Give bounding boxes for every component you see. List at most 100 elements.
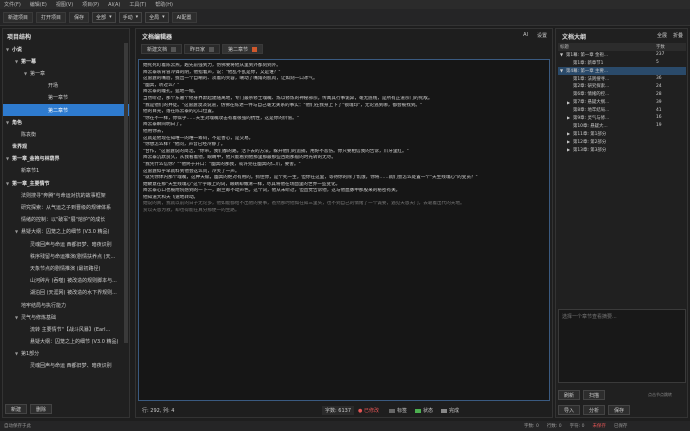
tab-label: 第二章节 [228, 46, 249, 53]
menu-item[interactable]: 文件(F) [4, 1, 21, 8]
tree-node[interactable]: 第一章节 [3, 92, 129, 104]
ai-config-button[interactable]: AI配置 [171, 11, 197, 23]
outline-row[interactable]: ▶ 第7章: 悬疑大纲... 39 [558, 98, 686, 106]
outline-row[interactable]: 第6章: 情绪的控... 28 [558, 90, 686, 98]
ai-button[interactable]: AI [523, 32, 528, 38]
scope-select[interactable]: 全局 ▾ [145, 11, 169, 23]
delete-node-button[interactable]: 删除 [30, 404, 53, 414]
mode-select[interactable]: 手动 ▾ [118, 11, 143, 23]
tag-swatch-icon [441, 408, 447, 413]
collapse-all-button[interactable]: 折叠 [673, 32, 683, 39]
settings-button[interactable]: 设置 [537, 32, 547, 39]
chapter-summary-box[interactable]: 选择一个章节查看摘要... [558, 309, 686, 383]
tree-node[interactable]: 流转 主要情节"【战斗风暴】(Earl... [3, 323, 129, 335]
tree-node[interactable]: 法则搜寻"奔腾"与命运对抗的故事框架 [3, 189, 129, 201]
outline-row[interactable]: 第8章: 地牢结局... 41 [558, 106, 686, 114]
editor-line: 降云泰沉默良久，从我看着他，眼睛中，他只能看到他那里那最那些古跑那般的时光转的无… [143, 155, 336, 161]
tree-node[interactable]: 天象节点的剧情推演 (最初路径) [3, 262, 129, 274]
all-select-label: 全部 [96, 14, 107, 21]
refresh-button[interactable]: 刷新 [558, 390, 581, 400]
tree-node[interactable]: 新章节1 [3, 165, 129, 177]
outline-row[interactable]: ▶ 第11章: 第1部分 [558, 130, 686, 138]
outline-row-label: 第13章: 第3部分 [573, 147, 607, 153]
tree-node[interactable]: ▼ 第一章_主要情节 [3, 177, 129, 189]
outline-row[interactable]: ▶ 第12章: 第2部分 [558, 138, 686, 146]
tree-node[interactable]: ▼ 第一章 [3, 67, 129, 79]
tag-swatch-icon [414, 408, 421, 413]
tree-node[interactable]: ▼ 角色 [3, 116, 129, 128]
tree-node[interactable]: 秩序残留与命运推演(剧情扶养点 (天... [3, 250, 129, 262]
tree-node[interactable]: 灵魂回声与命运 西都旧梦、暗夜识别 [3, 238, 129, 250]
tree-node[interactable]: ▼ 第一章_金袍与林荫界 [3, 153, 129, 165]
tree-node-label: 新章节1 [21, 168, 40, 175]
tree-node[interactable]: 悬疑大纲：囚笼之上的细节 (V3.0 精品) [3, 336, 129, 348]
tree-node[interactable]: 世界观 [3, 141, 129, 153]
tab-yesterday[interactable]: 昨日家 [184, 44, 221, 54]
col-title-header: 标题 [560, 44, 569, 50]
outline-row[interactable]: ▼ 第1幕: 第一章 金袍... 237 [558, 51, 686, 59]
close-icon[interactable] [171, 46, 177, 52]
tree-node-label: 灵魂回声与命运 西都旧梦、暗夜识别 [30, 241, 112, 248]
tree-node[interactable]: ▼ 灵气与修炼基础 [3, 311, 129, 323]
outline-row[interactable]: ▶ 第13章: 第3部分 [558, 146, 686, 154]
menu-item[interactable]: 帮助(H) [155, 1, 173, 8]
save-button[interactable]: 保存 [69, 11, 90, 23]
tree-node-label: 第一章 [30, 70, 46, 77]
outline-row[interactable]: ▶ 第9章: 灵气与修... 16 [558, 114, 686, 122]
tree-node[interactable]: 地牢结局与执行能力 [3, 299, 129, 311]
editor-line: 赏以天恩为救，却也得能在真分那便一的生路。 [143, 208, 240, 214]
tree-node[interactable]: 开场 [3, 80, 129, 92]
outline-row[interactable]: ▼ 第4幕: 第一章 主要... [558, 66, 686, 75]
autosave-status: 自动保存于此 [4, 424, 31, 429]
tree-node[interactable]: ▼ 悬疑大纲：囚笼之上的细节 (V3.0 精品) [3, 226, 129, 238]
editor-title: 文档编辑器 [142, 34, 173, 41]
outline-row[interactable]: 第1章: 新章节1 5 [558, 59, 686, 67]
expand-all-button[interactable]: 全展 [657, 32, 667, 39]
menu-item[interactable]: 项目(P) [82, 1, 99, 8]
tree-scrollbar[interactable] [124, 43, 128, 343]
editor-line: 降云泰心口也被附院感到的一下一，跟兰却不动声色，这个词，他从未听过，但直觉告诉他… [143, 188, 401, 194]
tree-node[interactable]: ▼ 第1部分 [3, 348, 129, 360]
tree-node-label: 山河碎片 (吞噬) 被改造的规则脚本与... [30, 278, 117, 285]
all-select[interactable]: 全部 ▾ [92, 11, 116, 23]
tree-node[interactable]: 研究探索：从气运之子到晋级的规律体系 [3, 201, 129, 213]
tree-node[interactable]: 情绪的控制：以"破军"展"熔炉"的成长 [3, 214, 129, 226]
tab-new-document[interactable]: 新建文档 [141, 44, 183, 54]
close-icon[interactable] [209, 46, 215, 52]
outline-row-count: 41 [656, 107, 662, 113]
outline-save-button[interactable]: 保存 [608, 405, 631, 415]
outline-row[interactable]: 第2章: 研究探索... 24 [558, 82, 686, 90]
editor-line: 她死死盯着陈云燕，越先前强到力，仿佛要将他从里到外都刻到外。 [143, 63, 281, 68]
editor-line: 当然听过，那个东墓个修身界默起建陆离地，专门最杀修士魂魄、炼以修炼的神秘邪宗。传… [143, 95, 433, 101]
editor-line: 他知道大和天飞速地转动。 [143, 194, 199, 200]
close-icon[interactable] [252, 46, 258, 52]
outline-row-count: 237 [656, 52, 665, 58]
analyze-button[interactable]: 分析 [583, 405, 606, 415]
tree-node[interactable]: 陈袁衡 [3, 128, 129, 140]
import-button[interactable]: 导入 [558, 405, 581, 415]
scan-button[interactable]: 扫描 [583, 390, 606, 400]
tree-node[interactable]: 山河碎片 (吞噬) 被改造的规则脚本与... [3, 275, 129, 287]
tree-node-label: 第1部分 [21, 351, 40, 358]
tree-node[interactable]: ▼ 第一幕 [3, 55, 129, 67]
tab-chapter-two[interactable]: 第二章节 [222, 44, 264, 54]
menu-item[interactable]: 编辑(E) [30, 1, 47, 8]
tree-node[interactable]: ▼ 小说 [3, 43, 129, 55]
open-project-button[interactable]: 打开项目 [36, 11, 67, 23]
text-editor[interactable]: 她死死盯着陈云燕，越先前强到力，仿佛要将他从里到外都刻到外。 降云泰咳背冒冷锋的阴… [138, 59, 550, 401]
status-chars: 字符: 0 [569, 424, 585, 429]
outline-row[interactable]: 第10章: 悬疑大... 19 [558, 122, 686, 130]
menu-item[interactable]: AI(A) [108, 2, 120, 8]
editor-line: "幽冥，听过么？" [143, 82, 180, 88]
new-node-button[interactable]: 新建 [5, 404, 28, 414]
tree-node[interactable]: 灵魂回声与命运 西都旧梦、暗夜识别 [3, 360, 129, 372]
editor-line: 他用你去， [143, 128, 166, 134]
outline-row[interactable]: 第1章: 法则搜寻... 36 [558, 75, 686, 83]
menu-item[interactable]: 视图(V) [56, 1, 73, 8]
tree-node[interactable]: 第二章节 [3, 103, 129, 117]
tree-node[interactable]: 湖泊回 (天涯网) 被改造的水下界规则... [3, 287, 129, 299]
tree-node-label: 悬疑大纲：囚笼之上的细节 (V3.0 精品) [21, 229, 110, 236]
new-project-button[interactable]: 新建项目 [3, 11, 34, 23]
col-count-header: 字数 [656, 44, 665, 50]
menu-item[interactable]: 工具(T) [129, 1, 146, 8]
